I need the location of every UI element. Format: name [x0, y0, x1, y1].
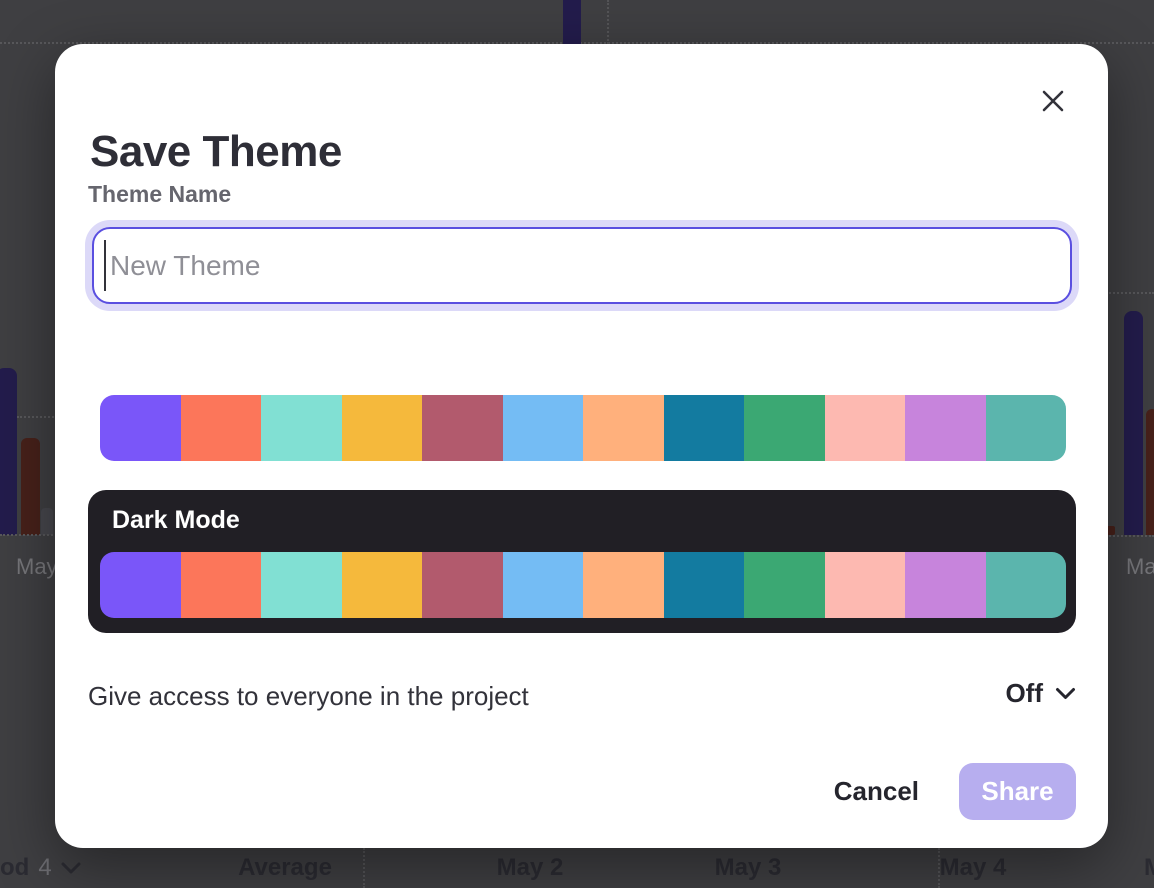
color-swatch-5	[422, 395, 503, 461]
close-button[interactable]	[1038, 86, 1068, 116]
save-theme-dialog: Save Theme Theme Name Light Mode Dark Mo…	[55, 44, 1108, 848]
axis-label-may-right: Ma	[1126, 554, 1154, 580]
chart-bar	[41, 508, 53, 535]
chevron-down-icon	[1055, 687, 1076, 700]
color-swatch-10	[825, 395, 906, 461]
color-swatch-6	[503, 552, 584, 618]
dark-mode-palette	[100, 552, 1066, 618]
light-mode-palette	[100, 395, 1066, 461]
color-swatch-1	[100, 395, 181, 461]
color-swatch-8	[664, 552, 745, 618]
chart-bar	[1124, 311, 1143, 535]
period-number: 4	[38, 854, 51, 882]
color-swatch-3	[261, 552, 342, 618]
period-dropdown: od 4	[0, 854, 81, 882]
color-swatch-12	[986, 552, 1067, 618]
column-header-may3: May 3	[688, 854, 808, 882]
period-dropdown-label: od	[0, 854, 29, 882]
color-swatch-9	[744, 552, 825, 618]
access-dropdown-value: Off	[1005, 678, 1043, 709]
column-header-may2: May 2	[470, 854, 590, 882]
chart-bar	[563, 0, 581, 44]
theme-name-label: Theme Name	[88, 181, 231, 208]
color-swatch-7	[583, 552, 664, 618]
theme-name-input[interactable]	[92, 227, 1072, 304]
cancel-button[interactable]: Cancel	[834, 776, 919, 807]
color-swatch-11	[905, 552, 986, 618]
color-swatch-2	[181, 395, 262, 461]
color-swatch-4	[342, 395, 423, 461]
gridline-vertical-bottom	[363, 848, 365, 888]
axis-label-may-left: May	[16, 554, 58, 580]
color-swatch-6	[503, 395, 584, 461]
column-header-may4: May 4	[913, 854, 1033, 882]
chart-bar	[1146, 409, 1154, 535]
chevron-down-icon	[61, 862, 81, 874]
axis-baseline-right	[1106, 535, 1154, 537]
color-swatch-10	[825, 552, 906, 618]
color-swatch-12	[986, 395, 1067, 461]
dark-mode-panel: Dark Mode	[88, 490, 1076, 633]
color-swatch-1	[100, 552, 181, 618]
gridline-horizontal-left	[17, 416, 57, 418]
column-header-average: Average	[225, 854, 345, 882]
color-swatch-4	[342, 552, 423, 618]
color-swatch-9	[744, 395, 825, 461]
color-swatch-11	[905, 395, 986, 461]
close-icon	[1038, 86, 1068, 116]
color-swatch-7	[583, 395, 664, 461]
dark-mode-label: Dark Mode	[112, 506, 240, 535]
axis-baseline-left	[0, 534, 57, 536]
dialog-title: Save Theme	[90, 127, 342, 177]
color-swatch-3	[261, 395, 342, 461]
column-header-partial: M	[1144, 854, 1154, 882]
chart-bar	[0, 368, 17, 535]
gridline-vertical-top	[607, 0, 609, 44]
text-cursor	[104, 240, 106, 291]
color-swatch-8	[664, 395, 745, 461]
dialog-actions: Cancel Share	[834, 763, 1076, 820]
access-dropdown[interactable]: Off	[1005, 678, 1076, 709]
access-toggle-label: Give access to everyone in the project	[88, 681, 529, 712]
chart-bar	[21, 438, 40, 535]
gridline-horizontal-right	[1106, 292, 1154, 294]
color-swatch-2	[181, 552, 262, 618]
share-button[interactable]: Share	[959, 763, 1076, 820]
color-swatch-5	[422, 552, 503, 618]
